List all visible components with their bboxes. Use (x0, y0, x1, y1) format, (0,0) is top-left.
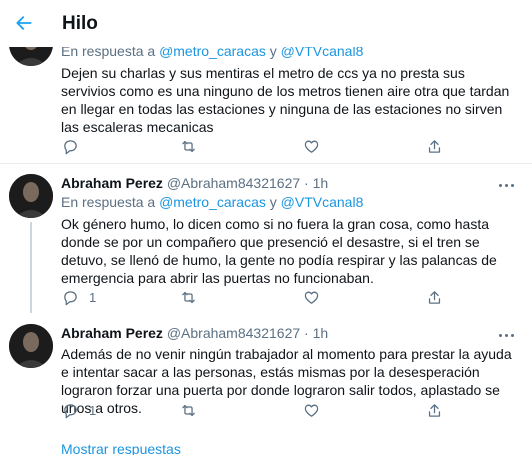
heart-icon (304, 140, 319, 153)
reply-context: En respuesta a @metro_caracas y @VTVcana… (61, 193, 520, 211)
like-button[interactable] (303, 136, 320, 156)
tweet-header: Abraham Perez @Abraham84321627 · 1h (61, 174, 520, 192)
retweet-icon (182, 404, 195, 416)
author-handle[interactable]: @Abraham84321627 (167, 325, 300, 341)
tweet[interactable]: Abraham Perez @Abraham84321627 · 1h Adem… (0, 313, 532, 431)
back-button[interactable] (10, 9, 38, 37)
reply-icon (64, 139, 77, 154)
tweet-actions (58, 136, 458, 156)
avatar[interactable] (9, 324, 53, 368)
share-button[interactable] (426, 287, 443, 307)
share-button[interactable] (426, 136, 443, 156)
reply-icon (64, 290, 77, 305)
author-name[interactable]: Abraham Perez (61, 325, 163, 341)
mention-link[interactable]: @metro_caracas (159, 194, 266, 210)
more-options-button[interactable] (494, 177, 518, 193)
reply-prefix: En respuesta a (61, 194, 156, 210)
heart-icon (304, 404, 319, 417)
avatar[interactable] (9, 174, 53, 218)
retweet-button[interactable] (180, 287, 197, 307)
share-icon (428, 290, 441, 304)
reply-count: 1 (89, 289, 97, 305)
more-options-button[interactable] (494, 327, 518, 343)
mention-link[interactable]: @VTVcanal8 (281, 194, 364, 210)
page-title: Hilo (62, 13, 98, 34)
share-icon (428, 139, 441, 153)
tweet-text: Ok género humo, lo dicen como si no fuer… (61, 216, 497, 286)
author-handle[interactable]: @Abraham84321627 (167, 175, 300, 191)
retweet-icon (182, 291, 195, 303)
page-header: Hilo (0, 0, 532, 47)
like-button[interactable] (303, 287, 320, 307)
arrow-left-icon (16, 16, 32, 30)
heart-icon (304, 291, 319, 304)
separator-dot: · (304, 175, 309, 191)
share-icon (428, 403, 441, 417)
tweet-actions: 1 (58, 400, 458, 420)
more-dots-icon (498, 183, 502, 187)
timestamp[interactable]: 1h (313, 175, 329, 191)
tweet-actions: 1 (58, 287, 458, 307)
retweet-icon (182, 140, 195, 152)
reply-icon (64, 403, 77, 418)
share-button[interactable] (426, 400, 443, 420)
tweet-text: Dejen su charlas y sus mentiras el metro… (61, 65, 510, 135)
show-replies-link[interactable]: Mostrar respuestas (61, 441, 181, 455)
more-dots-icon (498, 333, 502, 337)
reply-count: 1 (89, 402, 97, 418)
like-button[interactable] (303, 400, 320, 420)
tweet[interactable]: Abraham Perez @Abraham84321627 · 1h En r… (0, 163, 532, 313)
retweet-button[interactable] (180, 136, 197, 156)
thread-connector (30, 222, 32, 313)
reply-button[interactable]: 1 (62, 400, 96, 420)
separator-dot: · (304, 325, 309, 341)
retweet-button[interactable] (180, 400, 197, 420)
timestamp[interactable]: 1h (313, 325, 329, 341)
reply-button[interactable] (62, 136, 79, 156)
reply-button[interactable]: 1 (62, 287, 96, 307)
tweet-header: Abraham Perez @Abraham84321627 · 1h (61, 324, 520, 342)
author-name[interactable]: Abraham Perez (61, 175, 163, 191)
reply-conj: y (269, 194, 277, 210)
